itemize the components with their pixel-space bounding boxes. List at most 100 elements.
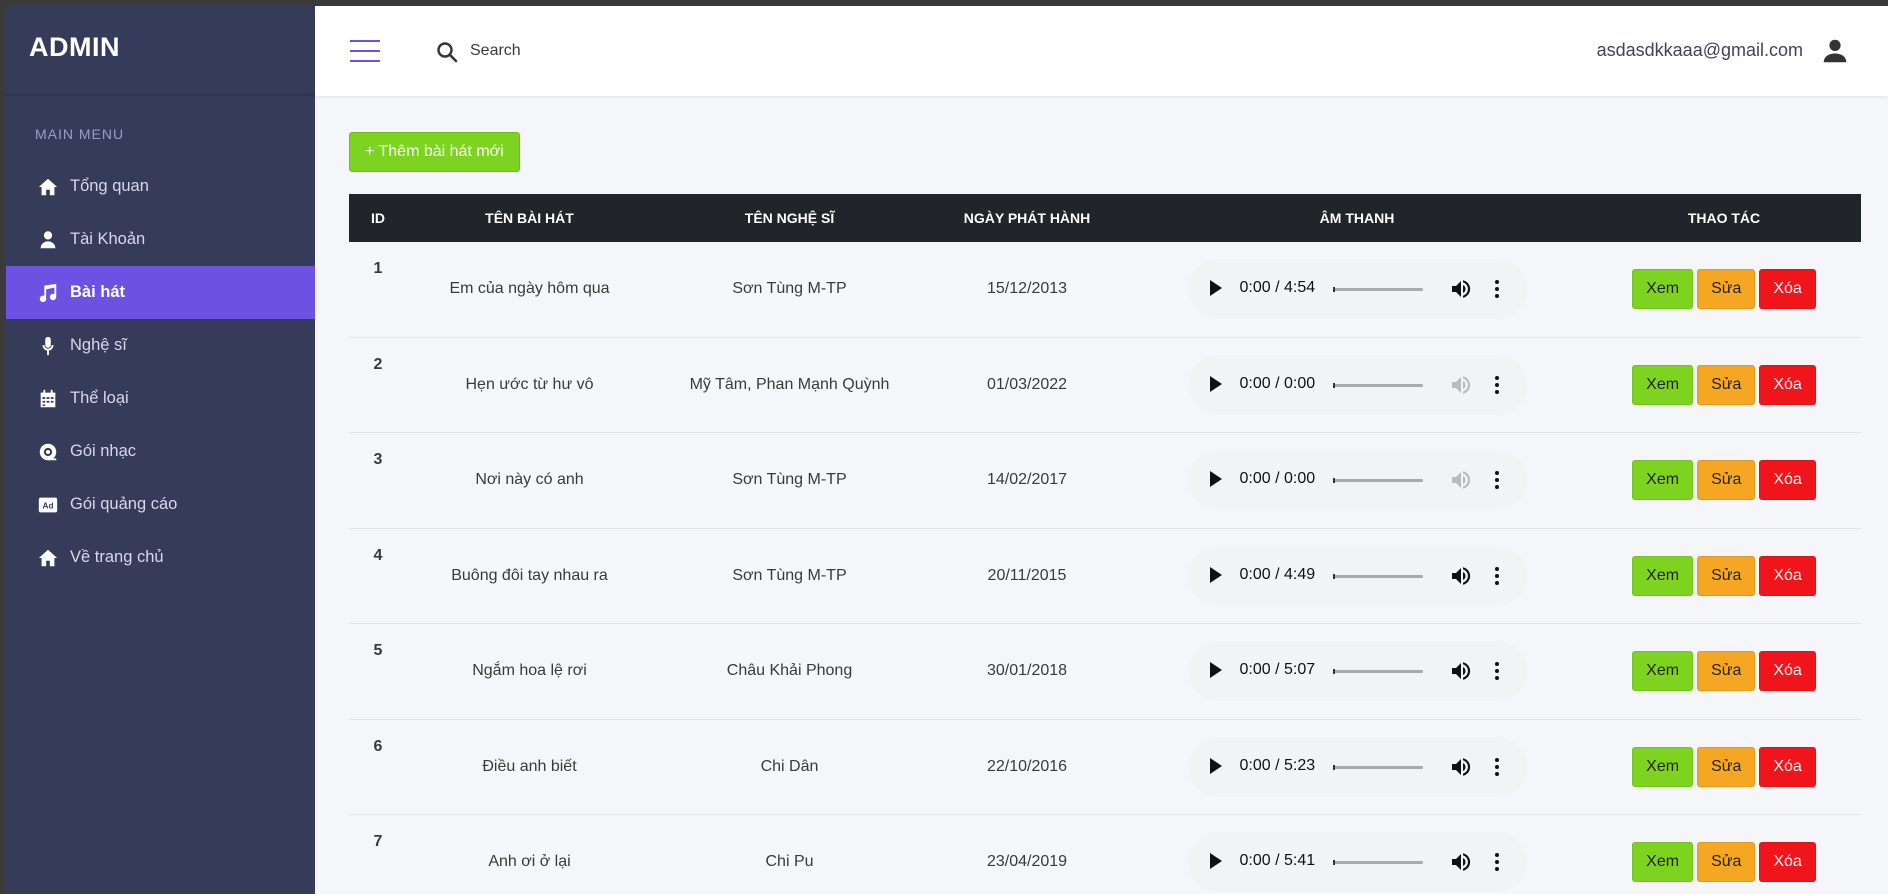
- audio-progress-slider[interactable]: [1332, 860, 1423, 866]
- table-row: 5 Ngắm hoa lệ rơi Châu Khải Phong 30/01/…: [349, 624, 1861, 720]
- audio-progress-slider[interactable]: [1332, 382, 1423, 388]
- more-options-icon[interactable]: [1494, 278, 1500, 300]
- audio-player: 0:00 / 0:00: [1187, 450, 1527, 511]
- audio-progress-slider[interactable]: [1332, 287, 1423, 293]
- volume-icon[interactable]: [1449, 850, 1473, 874]
- volume-icon[interactable]: [1449, 468, 1473, 492]
- delete-button[interactable]: Xóa: [1759, 269, 1816, 310]
- play-icon[interactable]: [1209, 566, 1222, 583]
- release-date: 22/10/2016: [986, 757, 1068, 775]
- play-icon[interactable]: [1209, 662, 1222, 679]
- volume-icon[interactable]: [1449, 564, 1473, 588]
- edit-button[interactable]: Sửa: [1697, 651, 1756, 692]
- column-header: ID: [371, 210, 385, 226]
- table-row: 7 Anh ơi ở lại Chi Pu 23/04/2019 0:00 / …: [349, 815, 1861, 894]
- audio-progress-slider[interactable]: [1332, 669, 1423, 675]
- sidebar-item[interactable]: Ad Gói quảng cáo: [6, 478, 315, 531]
- sidebar-item[interactable]: Bài hát: [6, 266, 315, 319]
- table-row: 2 Hẹn ước từ hư vô Mỹ Tâm, Phan Mạnh Quỳ…: [349, 338, 1861, 433]
- play-icon[interactable]: [1209, 471, 1222, 488]
- more-options-icon[interactable]: [1494, 565, 1500, 587]
- search-icon[interactable]: [435, 40, 459, 64]
- sidebar-item[interactable]: Thể loại: [6, 372, 315, 425]
- sidebar-item[interactable]: Tổng quan: [6, 160, 315, 213]
- search-input[interactable]: [470, 37, 770, 65]
- release-date: 01/03/2022: [986, 375, 1068, 393]
- delete-button[interactable]: Xóa: [1759, 842, 1816, 883]
- view-button[interactable]: Xem: [1632, 555, 1694, 596]
- ad-icon: Ad: [36, 493, 60, 517]
- audio-cell: 0:00 / 5:07: [1127, 624, 1587, 719]
- delete-button[interactable]: Xóa: [1759, 460, 1816, 501]
- edit-button[interactable]: Sửa: [1697, 460, 1756, 501]
- audio-time: 0:00 / 4:54: [1239, 279, 1316, 297]
- sidebar-item[interactable]: Nghệ sĩ: [6, 319, 315, 372]
- more-options-icon[interactable]: [1494, 851, 1500, 873]
- table-header: ID TÊN BÀI HÁT TÊN NGHỆ SĨ NGÀY PHÁT HÀNH ÂM…: [349, 194, 1861, 242]
- home-icon: [36, 546, 60, 570]
- delete-button[interactable]: Xóa: [1759, 555, 1816, 596]
- view-button[interactable]: Xem: [1632, 651, 1694, 692]
- audio-progress-slider[interactable]: [1332, 478, 1423, 484]
- play-icon[interactable]: [1209, 375, 1222, 392]
- audio-progress-slider[interactable]: [1332, 764, 1423, 770]
- table-row: 4 Buông đôi tay nhau ra Sơn Tùng M-TP 20…: [349, 529, 1861, 624]
- view-button[interactable]: Xem: [1632, 746, 1694, 787]
- view-button[interactable]: Xem: [1632, 269, 1694, 310]
- sidebar: ADMIN MAIN MENU Tổng quan Tài Khoản Bài há…: [6, 6, 315, 894]
- actions-cell: Xem Sửa Xóa: [1587, 624, 1861, 719]
- audio-cell: 0:00 / 0:00: [1127, 433, 1587, 528]
- edit-button[interactable]: Sửa: [1697, 746, 1756, 787]
- audio-player: 0:00 / 4:49: [1187, 545, 1527, 606]
- music-note-icon: [36, 281, 60, 305]
- actions-cell: Xem Sửa Xóa: [1587, 720, 1861, 815]
- menu-toggle-icon[interactable]: [350, 40, 380, 62]
- brand-divider: [6, 94, 315, 96]
- artist-name: Châu Khải Phong: [726, 662, 853, 680]
- play-icon[interactable]: [1209, 853, 1222, 870]
- audio-cell: 0:00 / 4:54: [1127, 242, 1587, 337]
- delete-button[interactable]: Xóa: [1759, 364, 1816, 405]
- edit-button[interactable]: Sửa: [1697, 842, 1756, 883]
- delete-button[interactable]: Xóa: [1759, 651, 1816, 692]
- audio-cell: 0:00 / 5:41: [1127, 815, 1587, 894]
- edit-button[interactable]: Sửa: [1697, 269, 1756, 310]
- volume-icon[interactable]: [1449, 659, 1473, 683]
- sidebar-item[interactable]: Gói nhạc: [6, 425, 315, 478]
- delete-button[interactable]: Xóa: [1759, 746, 1816, 787]
- column-header: NGÀY PHÁT HÀNH: [963, 210, 1091, 226]
- audio-progress-slider[interactable]: [1332, 573, 1423, 579]
- view-button[interactable]: Xem: [1632, 842, 1694, 883]
- more-options-icon[interactable]: [1494, 660, 1500, 682]
- column-header: TÊN NGHỆ SĨ: [744, 210, 835, 226]
- audio-time: 0:00 / 0:00: [1239, 374, 1316, 392]
- play-icon[interactable]: [1209, 757, 1222, 774]
- actions-cell: Xem Sửa Xóa: [1587, 242, 1861, 337]
- view-button[interactable]: Xem: [1632, 460, 1694, 501]
- sidebar-item-label: Tài Khoản: [70, 230, 146, 248]
- play-icon[interactable]: [1209, 280, 1222, 297]
- svg-text:Ad: Ad: [43, 501, 54, 510]
- song-id: 6: [373, 737, 383, 755]
- view-button[interactable]: Xem: [1632, 364, 1694, 405]
- user-account-icon[interactable]: [1820, 36, 1850, 66]
- volume-icon[interactable]: [1449, 373, 1473, 397]
- audio-player: 0:00 / 0:00: [1187, 354, 1527, 415]
- sidebar-item[interactable]: Về trang chủ: [6, 531, 315, 584]
- add-song-button[interactable]: + Thêm bài hát mới: [349, 132, 520, 172]
- user-icon: [36, 228, 60, 252]
- sidebar-item[interactable]: Tài Khoản: [6, 213, 315, 266]
- volume-icon[interactable]: [1449, 755, 1473, 779]
- release-date: 20/11/2015: [987, 566, 1067, 584]
- volume-icon[interactable]: [1449, 277, 1473, 301]
- more-options-icon[interactable]: [1494, 374, 1500, 396]
- edit-button[interactable]: Sửa: [1697, 364, 1756, 405]
- audio-time: 0:00 / 4:49: [1239, 565, 1316, 583]
- audio-time: 0:00 / 5:41: [1239, 852, 1316, 870]
- song-id: 3: [373, 451, 383, 468]
- artist-name: Chi Dân: [760, 757, 819, 775]
- edit-button[interactable]: Sửa: [1697, 555, 1756, 596]
- more-options-icon[interactable]: [1494, 756, 1500, 778]
- home-icon: [36, 175, 60, 199]
- more-options-icon[interactable]: [1494, 469, 1500, 491]
